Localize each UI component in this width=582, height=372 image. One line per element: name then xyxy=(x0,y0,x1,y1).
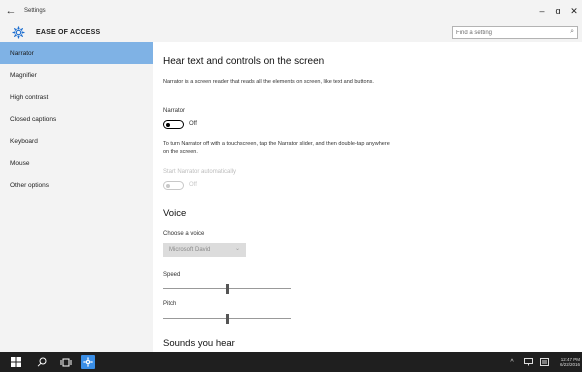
window-controls: – ɑ ✕ xyxy=(534,0,582,22)
voice-dropdown-value: Microsoft David xyxy=(169,247,211,253)
sidebar-item-mouse[interactable]: Mouse xyxy=(0,152,153,174)
start-button[interactable] xyxy=(6,352,26,372)
sidebar-item-label: Narrator xyxy=(10,49,34,57)
toggle-knob xyxy=(166,122,170,127)
auto-start-toggle-state: Off xyxy=(189,182,197,188)
maximize-icon: ɑ xyxy=(555,6,561,16)
sidebar-item-narrator[interactable]: Narrator xyxy=(0,42,153,64)
gear-icon xyxy=(11,25,25,39)
speed-label: Speed xyxy=(163,272,181,278)
windows-logo-icon xyxy=(11,357,21,367)
toggle-knob xyxy=(166,183,170,188)
page-category-title: EASE OF ACCESS xyxy=(36,28,101,36)
taskbar-clock[interactable]: 12:47 PM 6/22/2016 xyxy=(554,357,580,368)
minimize-icon: – xyxy=(539,6,545,16)
chevron-up-icon[interactable]: ^ xyxy=(506,352,518,372)
slider-thumb[interactable] xyxy=(226,284,229,294)
narrator-toggle[interactable] xyxy=(163,120,184,129)
sidebar-item-label: Closed captions xyxy=(10,115,57,123)
title-bar: ← Settings – ɑ ✕ xyxy=(0,0,582,22)
sidebar-item-label: High contrast xyxy=(10,93,49,101)
voice-dropdown[interactable]: Microsoft David ⌄ xyxy=(163,243,246,257)
sidebar: Narrator Magnifier High contrast Closed … xyxy=(0,42,153,352)
sounds-heading: Sounds you hear xyxy=(163,338,235,349)
search-box: ⌕ xyxy=(452,26,578,39)
speed-slider[interactable] xyxy=(163,284,291,294)
sidebar-item-label: Keyboard xyxy=(10,137,38,145)
page-header: EASE OF ACCESS ⌕ xyxy=(0,22,582,42)
pitch-slider[interactable] xyxy=(163,314,291,324)
chevron-down-icon: ⌄ xyxy=(234,246,240,252)
close-button[interactable]: ✕ xyxy=(566,0,582,22)
voice-heading: Voice xyxy=(163,208,187,219)
page-title: Hear text and controls on the screen xyxy=(163,56,325,67)
sidebar-item-closed-captions[interactable]: Closed captions xyxy=(0,108,153,130)
choose-voice-label: Choose a voice xyxy=(163,231,205,237)
sidebar-item-high-contrast[interactable]: High contrast xyxy=(0,86,153,108)
maximize-button[interactable]: ɑ xyxy=(550,0,566,22)
narrator-description: Narrator is a screen reader that reads a… xyxy=(163,79,374,85)
search-icon xyxy=(37,357,47,367)
sidebar-item-label: Magnifier xyxy=(10,71,37,79)
window-title: Settings xyxy=(24,8,46,14)
network-icon[interactable] xyxy=(522,352,534,372)
minimize-button[interactable]: – xyxy=(534,0,550,22)
search-icon[interactable]: ⌕ xyxy=(570,28,574,36)
search-input[interactable] xyxy=(453,27,563,38)
action-center-icon[interactable] xyxy=(538,352,550,372)
sidebar-item-label: Mouse xyxy=(10,159,30,167)
sidebar-item-keyboard[interactable]: Keyboard xyxy=(0,130,153,152)
task-view-button[interactable] xyxy=(56,352,76,372)
slider-thumb[interactable] xyxy=(226,314,229,324)
narrator-toggle-state: Off xyxy=(189,121,197,127)
narrator-label: Narrator xyxy=(163,108,186,114)
task-view-icon xyxy=(60,358,72,366)
sidebar-item-label: Other options xyxy=(10,181,50,189)
sidebar-item-magnifier[interactable]: Magnifier xyxy=(0,64,153,86)
taskbar: ^ 12:47 PM 6/22/2016 xyxy=(0,352,582,372)
ease-of-access-icon xyxy=(11,25,25,39)
main-content: Hear text and controls on the screen Nar… xyxy=(153,42,582,352)
close-icon: ✕ xyxy=(570,5,578,16)
settings-taskbar-button[interactable] xyxy=(81,355,95,369)
system-tray: ^ 12:47 PM 6/22/2016 xyxy=(506,352,582,372)
taskbar-search-button[interactable] xyxy=(32,352,52,372)
pitch-label: Pitch xyxy=(163,301,177,307)
gear-icon xyxy=(83,357,93,367)
back-button[interactable]: ← xyxy=(0,0,22,22)
back-arrow-icon: ← xyxy=(5,5,17,17)
narrator-instruction: To turn Narrator off with a touchscreen,… xyxy=(163,141,390,155)
auto-start-label: Start Narrator automatically xyxy=(163,169,237,175)
auto-start-toggle[interactable] xyxy=(163,181,184,190)
sidebar-item-other-options[interactable]: Other options xyxy=(0,174,153,196)
clock-date: 6/22/2016 xyxy=(559,362,580,367)
